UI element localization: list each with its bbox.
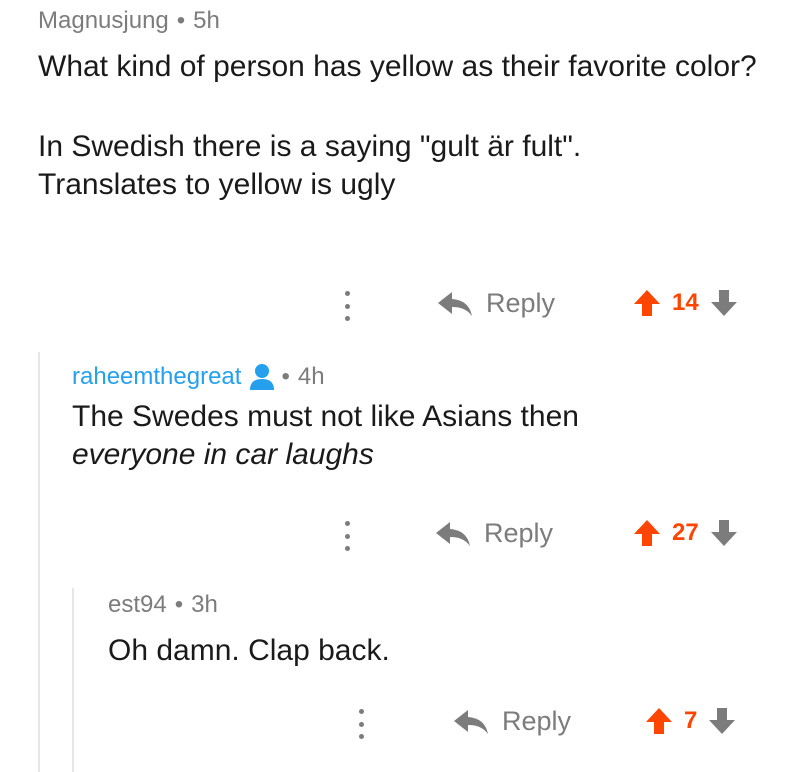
comment-meta: Magnusjung • 5h [38,6,778,36]
comment-author[interactable]: Magnusjung [38,6,169,36]
comment-est94: est94 • 3h Oh damn. Clap back. [108,590,768,670]
comment-time: 5h [193,7,220,34]
vote-controls: 27 [632,518,739,548]
comment-line: Oh damn. Clap back. [108,634,390,667]
comment-time: 3h [191,591,218,618]
upvote-arrow-icon[interactable] [632,518,662,548]
comment-actions: Reply 7 [0,706,800,742]
downvote-arrow-icon[interactable] [709,288,739,318]
comment-meta: raheemthegreat • 4h [72,362,772,392]
comment-body: What kind of person has yellow as their … [38,48,778,204]
comment-paragraph: What kind of person has yellow as their … [38,50,757,83]
comment-meta: est94 • 3h [108,590,768,620]
thread-line-level-2 [72,588,74,772]
comment-time: 4h [297,363,325,390]
vote-controls: 14 [632,288,739,318]
comment-actions: Reply 27 [0,518,800,554]
reply-label: Reply [502,706,572,736]
more-vertical-icon[interactable] [342,521,352,551]
comment-author[interactable]: raheemthegreat [72,362,241,392]
reply-button[interactable]: Reply [452,706,571,737]
vote-controls: 7 [644,706,737,736]
vote-score: 27 [672,519,699,546]
comment-line-italic-wrap: everyone in car laughs [72,436,772,474]
meta-separator: • [176,7,186,34]
user-icon [250,364,275,390]
comment-line: The Swedes must not like Asians then [72,400,579,433]
reply-arrow-icon [438,291,472,316]
downvote-arrow-icon[interactable] [707,706,737,736]
downvote-arrow-icon[interactable] [709,518,739,548]
vote-score: 7 [684,707,698,734]
vote-score: 14 [672,289,699,316]
reply-label: Reply [484,518,554,548]
more-vertical-icon[interactable] [342,291,352,321]
reply-arrow-icon [436,521,470,546]
comment-actions: Reply 14 [0,288,800,324]
reply-label: Reply [486,288,556,318]
comment-body: Oh damn. Clap back. [108,632,768,670]
comment-line-italic: everyone in car laughs [72,438,374,471]
reply-button[interactable]: Reply [434,518,553,549]
upvote-arrow-icon[interactable] [644,706,674,736]
comment-paragraph: In Swedish there is a saying "gult är fu… [38,130,582,201]
comment-raheemthegreat: raheemthegreat • 4h The Swedes must not … [72,362,772,474]
meta-separator: • [281,363,290,390]
comment-magnusjung: Magnusjung • 5h What kind of person has … [38,6,778,204]
upvote-arrow-icon[interactable] [632,288,662,318]
meta-separator: • [174,591,184,618]
more-vertical-icon[interactable] [356,709,366,739]
comment-author[interactable]: est94 [108,590,167,620]
reply-button[interactable]: Reply [436,288,555,319]
reply-arrow-icon [454,709,488,734]
comment-body: The Swedes must not like Asians then eve… [72,398,772,474]
